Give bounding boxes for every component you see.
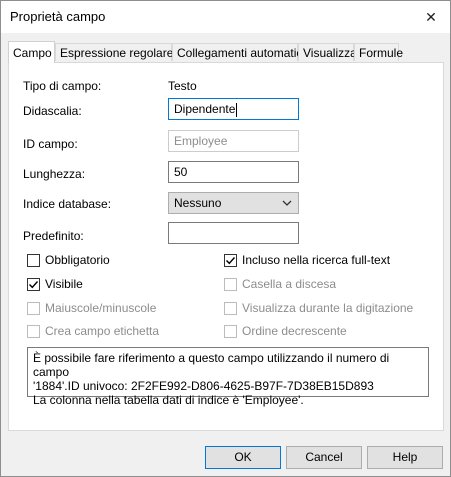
help-button[interactable]: Help — [367, 446, 443, 469]
title-bar: Proprietà campo ✕ — [1, 1, 450, 33]
tab-formulas[interactable]: Formule — [354, 43, 403, 61]
db-index-label: Indice database: — [23, 197, 112, 211]
close-icon[interactable]: ✕ — [416, 3, 446, 31]
db-index-value: Nessuno — [174, 196, 222, 210]
chevron-down-icon — [281, 196, 293, 210]
field-properties-dialog: Proprietà campo ✕ Campo Espressione rego… — [0, 0, 451, 477]
field-type-label: Tipo di campo: — [23, 79, 102, 93]
default-input[interactable] — [168, 222, 299, 244]
checkbox-box — [224, 325, 237, 338]
checkbox-box — [27, 302, 40, 315]
field-type-value: Testo — [168, 79, 197, 93]
checkbox-box — [224, 254, 237, 267]
checkbox-box — [27, 325, 40, 338]
label-field-label: Crea campo etichetta — [45, 324, 160, 338]
checkbox-box — [224, 302, 237, 315]
dropdown-label: Casella a discesa — [242, 277, 337, 291]
check-icon — [29, 281, 39, 289]
length-label: Lunghezza: — [23, 167, 86, 181]
tab-campo[interactable]: Campo — [8, 41, 55, 63]
tab-view[interactable]: Visualizza — [298, 43, 357, 61]
tab-autolinks[interactable]: Collegamenti automatici — [172, 43, 305, 61]
length-input[interactable]: 50 — [168, 161, 299, 183]
fulltext-label: Incluso nella ricerca full-text — [242, 253, 391, 267]
info-line-2: '1884'.ID univoco: 2F2FE992-D806-4625-B9… — [33, 379, 374, 393]
required-label: Obbligatorio — [45, 253, 110, 267]
tab-panel-campo: Tipo di campo: Testo Didascalia: Dipende… — [8, 62, 444, 431]
check-icon — [226, 257, 236, 265]
checkbox-box — [224, 278, 237, 291]
case-label: Maiuscole/minuscole — [45, 301, 157, 315]
field-id-label: ID campo: — [23, 137, 78, 151]
cancel-button[interactable]: Cancel — [286, 446, 362, 469]
info-line-3: La colonna nella tabella dati di indice … — [33, 393, 304, 407]
show-typing-label: Visualizza durante la digitazione — [242, 301, 414, 315]
checkbox-box — [27, 278, 40, 291]
db-index-select[interactable]: Nessuno — [168, 192, 299, 214]
field-id-input: Employee — [168, 130, 299, 152]
checkbox-box — [27, 254, 40, 267]
descending-label: Ordine decrescente — [242, 324, 347, 338]
tab-regex[interactable]: Espressione regolare — [55, 43, 173, 61]
ok-button[interactable]: OK — [205, 446, 281, 469]
caption-input[interactable]: Dipendente — [168, 98, 299, 120]
dialog-title: Proprietà campo — [10, 9, 106, 24]
visible-label: Visibile — [45, 277, 83, 291]
default-label: Predefinito: — [23, 229, 84, 243]
caption-value: Dipendente — [174, 102, 236, 116]
info-line-1: È possibile fare riferimento a questo ca… — [33, 351, 390, 379]
info-box: È possibile fare riferimento a questo ca… — [27, 347, 429, 407]
caption-label: Didascalia: — [23, 104, 82, 118]
